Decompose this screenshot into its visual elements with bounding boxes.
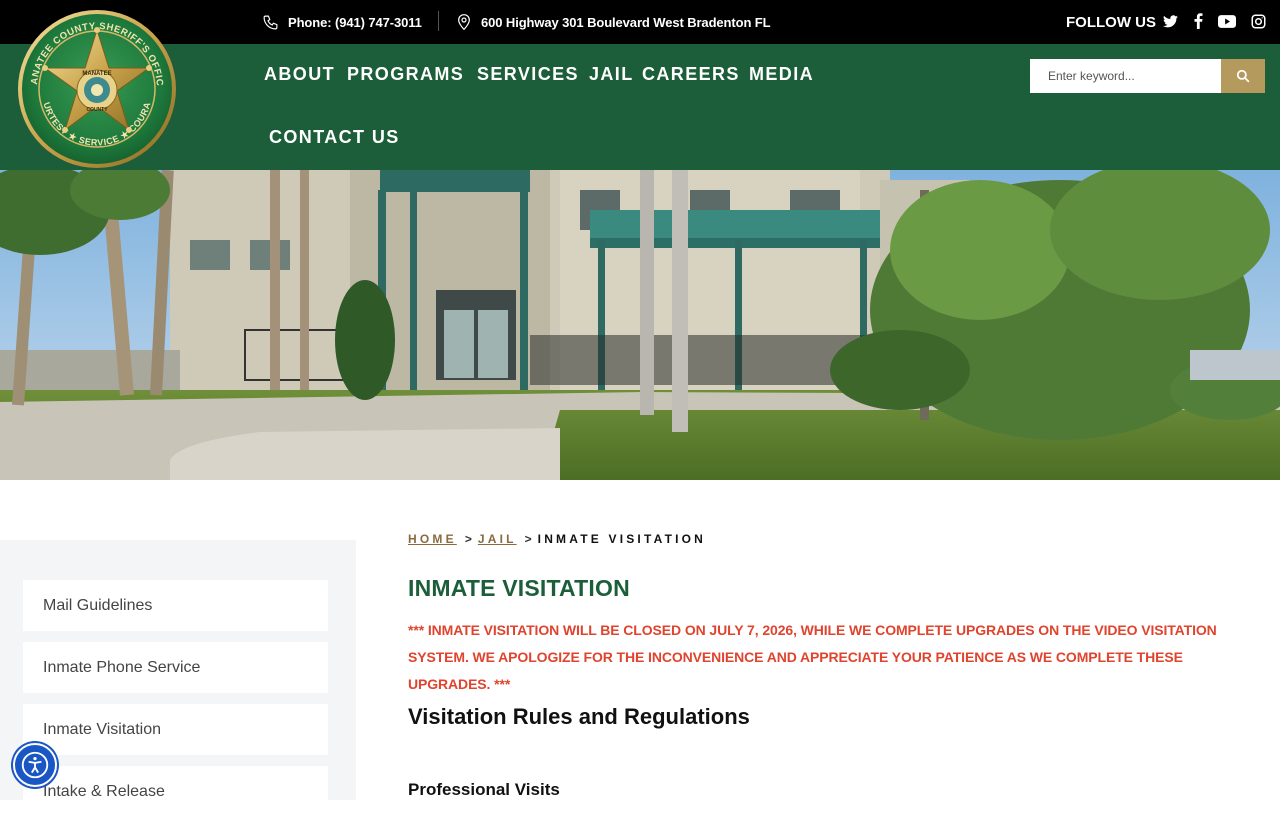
follow-us-label: FOLLOW US	[1066, 13, 1156, 31]
breadcrumb-separator: >	[524, 532, 532, 546]
breadcrumb-jail[interactable]: JAIL	[478, 532, 517, 546]
logo-center-top: MANATEE	[82, 71, 111, 77]
top-utility-bar: Phone: (941) 747-3011 600 Highway 301 Bo…	[0, 0, 1280, 44]
page-title: INMATE VISITATION	[408, 575, 630, 601]
search-input[interactable]	[1030, 59, 1221, 93]
search-icon	[1236, 69, 1250, 83]
address-contact[interactable]: 600 Highway 301 Boulevard West Bradenton…	[456, 0, 771, 44]
breadcrumb: HOME > JAIL > INMATE VISITATION	[408, 532, 706, 546]
sidebar-item-inmate-visitation[interactable]: Inmate Visitation	[23, 704, 328, 755]
logo-center-bottom: COUNTY	[86, 107, 108, 113]
nav-contact-us[interactable]: CONTACT US	[269, 127, 400, 148]
nav-services[interactable]: SERVICES	[477, 64, 579, 85]
facebook-icon[interactable]	[1189, 12, 1207, 30]
sidebar-item-mail-guidelines[interactable]: Mail Guidelines	[23, 580, 328, 631]
nav-careers[interactable]: CAREERS	[642, 64, 740, 85]
main-navigation: ABOUT PROGRAMS SERVICES JAIL CAREERS MED…	[0, 44, 1280, 170]
breadcrumb-separator: >	[464, 532, 472, 546]
accessibility-button[interactable]	[13, 743, 57, 787]
twitter-icon[interactable]	[1161, 12, 1179, 30]
phone-text: Phone: (941) 747-3011	[288, 14, 422, 30]
nav-media[interactable]: MEDIA	[749, 64, 814, 85]
map-pin-icon	[458, 14, 470, 31]
sheriff-badge-logo[interactable]: MANATEE COUNTY SHERIFF'S OFFICE COURTESY…	[16, 8, 178, 170]
nav-programs[interactable]: PROGRAMS	[347, 64, 464, 85]
subsection-heading: Professional Visits	[408, 780, 560, 799]
closure-notice: *** INMATE VISITATION WILL BE CLOSED ON …	[408, 622, 1217, 692]
phone-contact[interactable]: Phone: (941) 747-3011	[262, 0, 422, 44]
topbar-divider	[438, 11, 439, 31]
accessibility-icon	[21, 751, 49, 779]
nav-about[interactable]: ABOUT	[264, 64, 335, 85]
breadcrumb-home[interactable]: HOME	[408, 532, 457, 546]
search-button[interactable]	[1221, 59, 1265, 93]
address-text: 600 Highway 301 Boulevard West Bradenton…	[481, 14, 771, 30]
sidebar-item-intake-release[interactable]: Intake & Release	[23, 766, 328, 817]
jail-building-hero-image	[0, 170, 1280, 480]
phone-icon	[263, 15, 278, 29]
breadcrumb-current: INMATE VISITATION	[537, 532, 707, 546]
nav-jail[interactable]: JAIL	[589, 64, 634, 85]
youtube-icon[interactable]	[1218, 12, 1236, 30]
sidebar-item-inmate-phone-service[interactable]: Inmate Phone Service	[23, 642, 328, 693]
section-heading: Visitation Rules and Regulations	[408, 704, 750, 729]
instagram-icon[interactable]	[1249, 12, 1267, 30]
